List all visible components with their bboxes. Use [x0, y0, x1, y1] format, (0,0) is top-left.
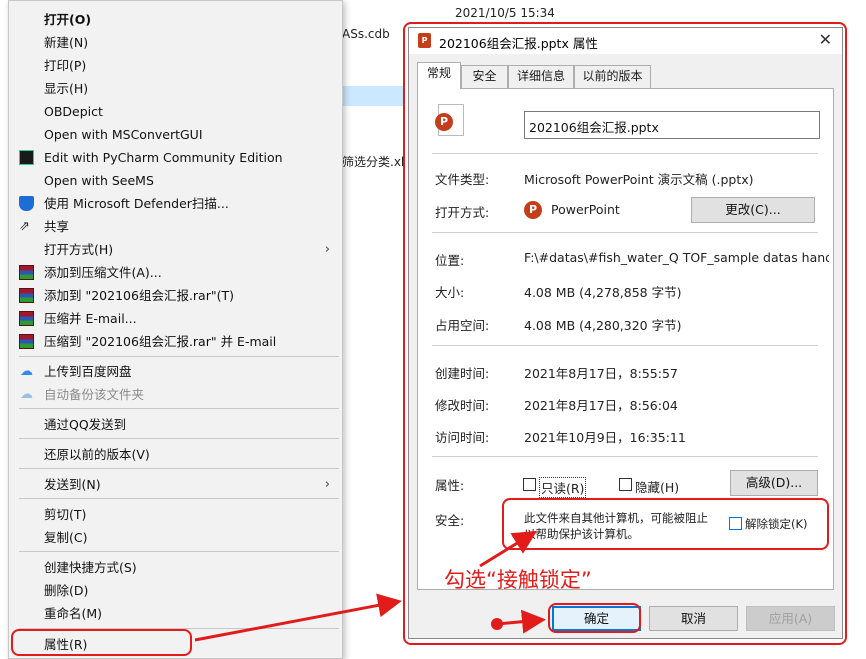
annotation-arrows: [194, 530, 546, 642]
arrow-note-to-unblock: [479, 530, 538, 568]
annotation-note: 勾选“接触锁定”: [444, 568, 592, 592]
arrow-dot: [491, 618, 503, 630]
tab-general[interactable]: 常规: [417, 62, 461, 89]
arrow-to-ok: [496, 609, 546, 634]
arrow-properties-to-dialog: [194, 593, 402, 642]
